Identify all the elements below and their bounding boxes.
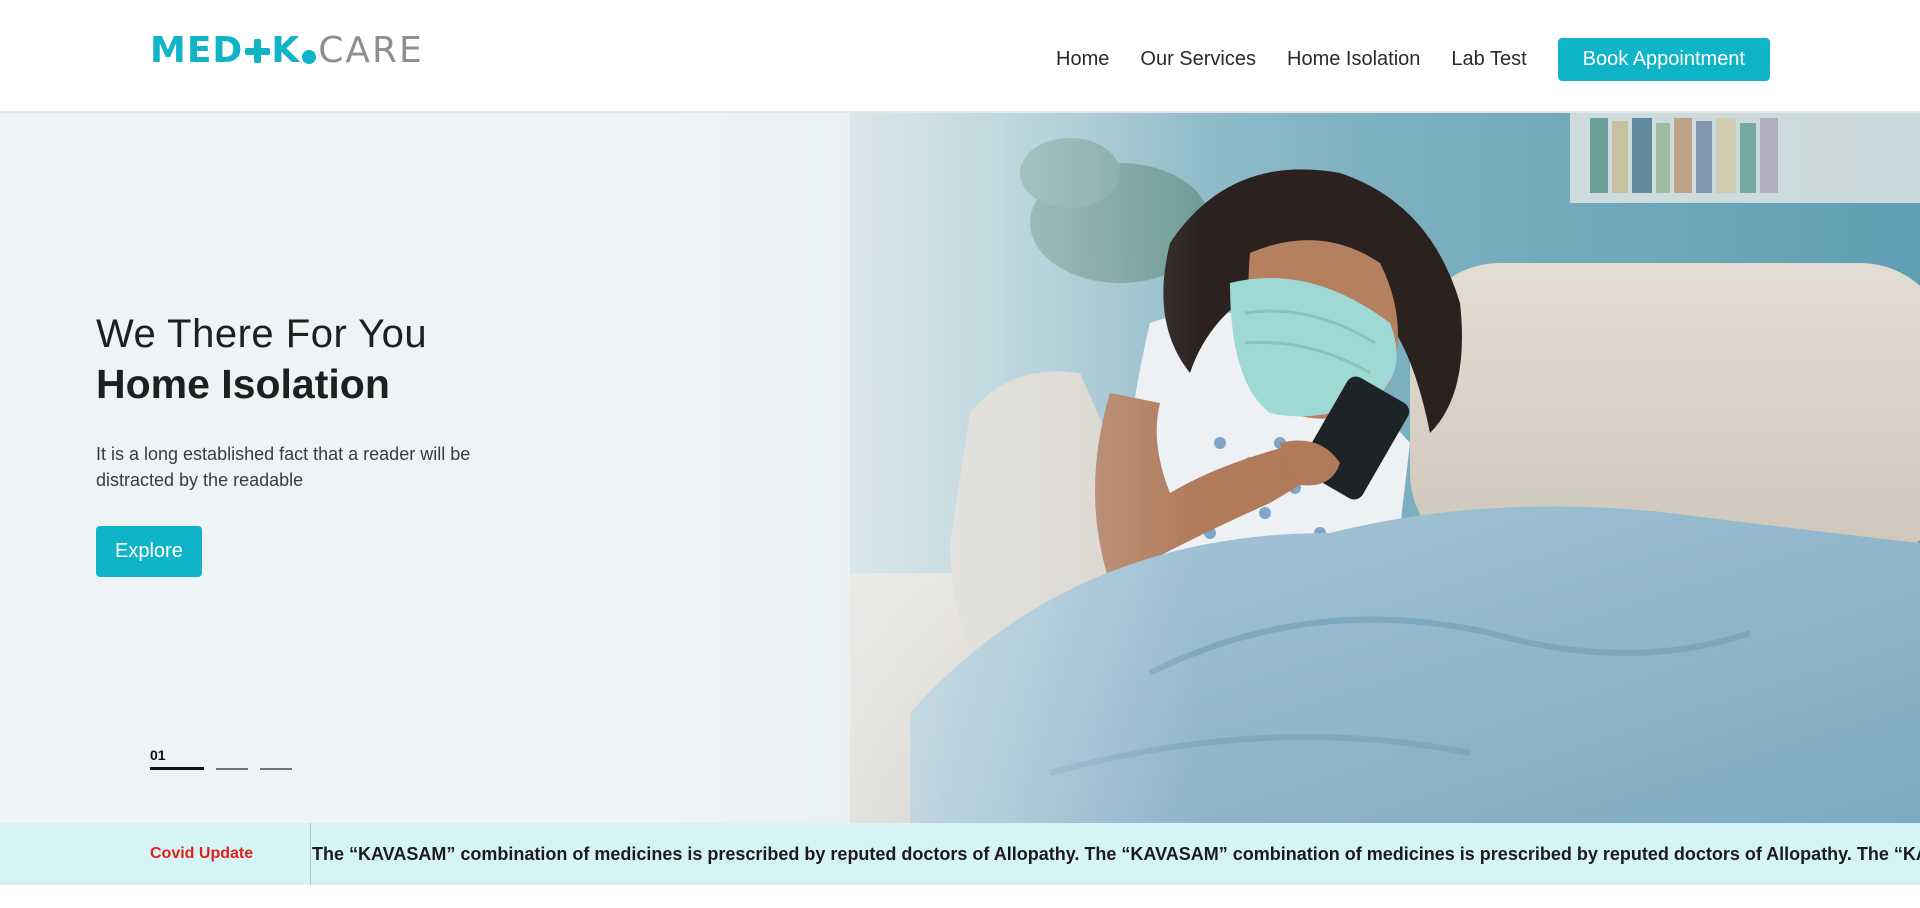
pager-bars <box>150 767 304 770</box>
pager-bar-2[interactable] <box>216 767 248 770</box>
nav-home[interactable]: Home <box>1056 48 1109 71</box>
nav-home-isolation[interactable]: Home Isolation <box>1287 48 1420 71</box>
pager-bar-1[interactable] <box>150 767 204 770</box>
main-nav: Home Our Services Home Isolation Lab Tes… <box>1056 37 1770 81</box>
slide-number: 01 <box>150 747 166 763</box>
nav-our-services[interactable]: Our Services <box>1140 48 1256 71</box>
slider-pagination: 01 <box>150 747 304 770</box>
site-header: MED K CARE Home Our Services Home Isolati… <box>0 0 1920 113</box>
explore-button[interactable]: Explore <box>96 526 202 577</box>
nav-lab-test[interactable]: Lab Test <box>1451 48 1526 71</box>
hero-description: It is a long established fact that a rea… <box>96 444 471 490</box>
stethoscope-icon <box>302 50 317 64</box>
ticker-divider <box>310 823 311 885</box>
hero-text-block: We There For You Home Isolation It is a … <box>96 309 616 493</box>
medikcare-logo[interactable]: MED K CARE <box>150 30 424 72</box>
hero-heading-bold: Home Isolation <box>96 361 390 407</box>
hero-banner: We There For You Home Isolation It is a … <box>0 113 1920 823</box>
covid-update-ticker: Covid Update The “KAVASAM” combination o… <box>0 823 1920 885</box>
book-appointment-button[interactable]: Book Appointment <box>1557 37 1770 81</box>
medical-cross-icon <box>244 36 271 66</box>
pager-bar-3[interactable] <box>260 767 292 770</box>
logo-care-text: CARE <box>318 30 424 71</box>
ticker-label: Covid Update <box>150 845 254 862</box>
logo-medik-text: MED K <box>150 30 301 71</box>
hero-heading-light: We There For You <box>96 312 428 356</box>
ticker-text: The “KAVASAM” combination of medicines i… <box>312 844 1920 864</box>
